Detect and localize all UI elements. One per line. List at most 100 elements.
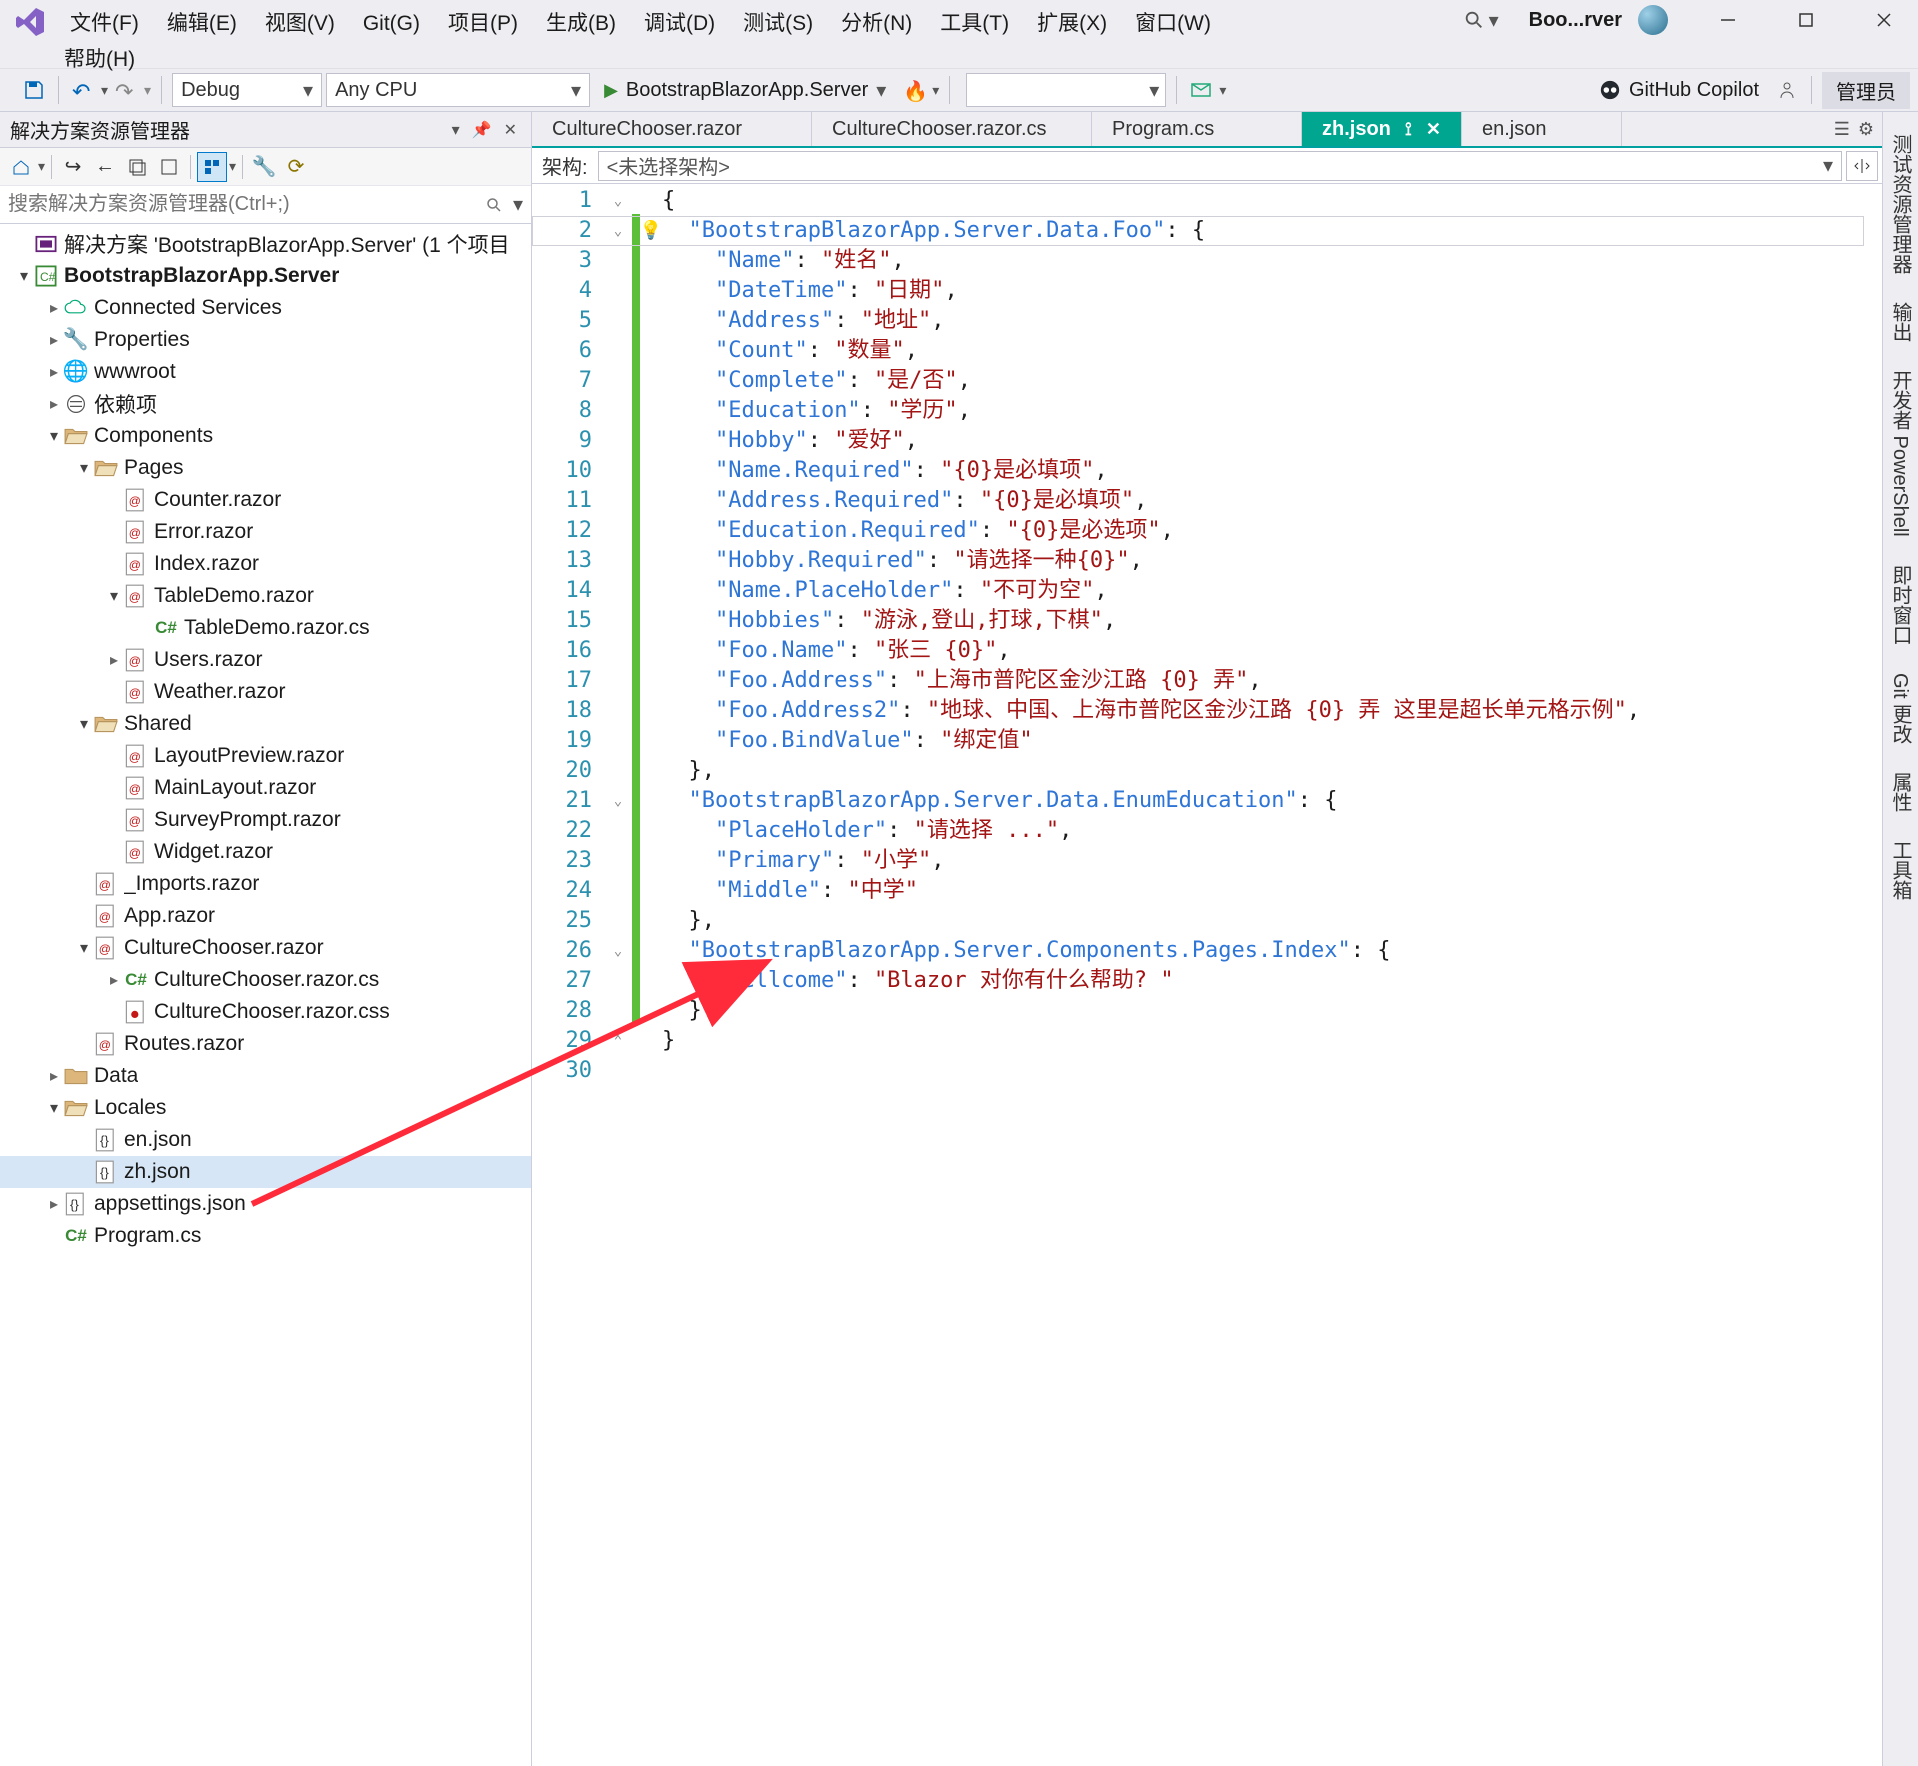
fold-icon[interactable]: ⌄ [604,186,632,216]
tree-item[interactable]: @Counter.razor [0,484,531,516]
twist-icon[interactable] [74,938,94,958]
code-line[interactable]: "Count": "数量", [662,336,1882,366]
tree-item[interactable]: CultureChooser.razor.css [0,996,531,1028]
tree-item[interactable]: @MainLayout.razor [0,772,531,804]
platform-combo[interactable]: Any CPU▾ [326,73,590,107]
code-line[interactable]: "Name": "姓名", [662,246,1882,276]
code-line[interactable]: "Complete": "是/否", [662,366,1882,396]
code-line[interactable]: "BootstrapBlazorApp.Server.Components.Pa… [662,936,1882,966]
tree-item[interactable]: 依赖项 [0,388,531,420]
toolbar-search-box[interactable]: ▾ [966,73,1166,107]
minimize-button[interactable] [1698,0,1758,40]
code-line[interactable]: "Foo.Address2": "地球、中国、上海市普陀区金沙江路 {0} 弄 … [662,696,1882,726]
rail-immediate[interactable]: 即时窗口 [1884,559,1917,651]
fold-icon[interactable]: ⌃ [604,1026,632,1056]
tree-item[interactable]: @_Imports.razor [0,868,531,900]
fold-icon[interactable]: ⌄ [604,786,632,816]
twist-icon[interactable] [44,1194,64,1214]
maximize-button[interactable] [1776,0,1836,40]
tree-item[interactable]: @CultureChooser.razor [0,932,531,964]
tab-en-json[interactable]: en.json [1462,112,1622,146]
menu-analyze[interactable]: 分析(N) [827,6,926,36]
github-copilot[interactable]: GitHub Copilot [1589,79,1769,102]
search-icon[interactable] [475,196,513,214]
dropdown-icon[interactable]: ▾ [448,120,464,140]
rail-powershell[interactable]: 开发者 PowerShell [1884,364,1917,543]
chevron-down-icon[interactable]: ▾ [513,192,531,217]
undo-button[interactable]: ↶ [69,76,97,104]
code-line[interactable]: "BootstrapBlazorApp.Server.Data.Foo": { [662,216,1882,246]
tab-zh-json[interactable]: zh.json⟟✕ [1302,112,1462,146]
code-line[interactable]: } [662,996,1882,1026]
twist-icon[interactable] [14,266,34,286]
menu-edit[interactable]: 编辑(E) [153,6,251,36]
tree-item[interactable]: Shared [0,708,531,740]
tree-item[interactable]: C#Program.cs [0,1220,531,1252]
code-line[interactable]: "Address": "地址", [662,306,1882,336]
twist-icon[interactable] [104,650,124,670]
tree-item[interactable]: C#TableDemo.razor.cs [0,612,531,644]
twist-icon[interactable] [44,298,64,318]
twist-icon[interactable] [104,970,124,990]
tree-item[interactable]: {}en.json [0,1124,531,1156]
solution-explorer-search[interactable] [0,193,475,216]
lightbulb-icon[interactable]: 💡 [640,216,662,246]
twist-icon[interactable] [44,1066,64,1086]
twist-icon[interactable] [44,394,64,414]
menu-extensions[interactable]: 扩展(X) [1023,6,1121,36]
tree-item[interactable]: @Error.razor [0,516,531,548]
rail-output[interactable]: 输出 [1884,296,1917,348]
code-line[interactable]: "Foo.Address": "上海市普陀区金沙江路 {0} 弄", [662,666,1882,696]
save-button[interactable] [20,76,48,104]
tree-item[interactable]: Pages [0,452,531,484]
code-line[interactable]: "DateTime": "日期", [662,276,1882,306]
tree-item[interactable]: @SurveyPrompt.razor [0,804,531,836]
twist-icon[interactable] [104,586,124,606]
twist-icon[interactable] [44,1098,64,1118]
tree-item[interactable]: {}appsettings.json [0,1188,531,1220]
pin-icon[interactable]: 📌 [468,120,496,140]
rail-git-changes[interactable]: Git 更改 [1884,667,1917,750]
menu-window[interactable]: 窗口(W) [1121,6,1225,36]
tab-culturechooser-cs[interactable]: CultureChooser.razor.cs [812,112,1092,146]
save-all-icon[interactable] [122,152,152,182]
fold-icon[interactable]: ⌄ [604,936,632,966]
code-line[interactable]: "Education.Required": "{0}是必选项", [662,516,1882,546]
close-icon[interactable]: ✕ [1412,119,1441,140]
home-icon[interactable] [6,152,36,182]
tree-item[interactable]: @TableDemo.razor [0,580,531,612]
code-line[interactable]: "BootstrapBlazorApp.Server.Data.EnumEduc… [662,786,1882,816]
collapse-icon[interactable] [154,152,184,182]
code-line[interactable]: "Hobby.Required": "请选择一种{0}", [662,546,1882,576]
tree-item[interactable]: {}zh.json [0,1156,531,1188]
show-all-files-icon[interactable] [197,152,227,182]
fold-icon[interactable]: ⌄ [604,216,632,246]
code-line[interactable]: "Primary": "小学", [662,846,1882,876]
code-line[interactable]: "Hobbies": "游泳,登山,打球,下棋", [662,606,1882,636]
tab-program[interactable]: Program.cs [1092,112,1302,146]
mail-icon[interactable] [1187,76,1215,104]
tree-item[interactable]: @Weather.razor [0,676,531,708]
tree-item[interactable]: 🔧Properties [0,324,531,356]
code-line[interactable] [662,1056,1882,1086]
twist-icon[interactable] [44,330,64,350]
tree-item[interactable]: @Widget.razor [0,836,531,868]
code-line[interactable]: "Name.Required": "{0}是必填项", [662,456,1882,486]
code-line[interactable]: } [662,1026,1882,1056]
code-line[interactable]: }, [662,756,1882,786]
rail-toolbox[interactable]: 工具箱 [1884,834,1917,906]
tree-item[interactable]: C#BootstrapBlazorApp.Server [0,260,531,292]
run-button[interactable]: ▶BootstrapBlazorApp.Server▾ [594,73,896,107]
arch-combo[interactable]: <未选择架构>▾ [598,151,1842,181]
avatar[interactable] [1638,5,1668,35]
wrench-icon[interactable]: 🔧 [249,152,279,182]
hot-reload-icon[interactable]: 🔥 [900,76,928,104]
menu-file[interactable]: 文件(F) [56,6,153,36]
twist-icon[interactable] [44,426,64,446]
tree-item[interactable]: @LayoutPreview.razor [0,740,531,772]
sync-icon[interactable]: ↪ [58,152,88,182]
code-line[interactable]: "Foo.Name": "张三 {0}", [662,636,1882,666]
refresh-icon[interactable]: ⟳ [281,152,311,182]
code-line[interactable]: "Wellcome": "Blazor 对你有什么帮助? " [662,966,1882,996]
menu-debug[interactable]: 调试(D) [630,6,729,36]
